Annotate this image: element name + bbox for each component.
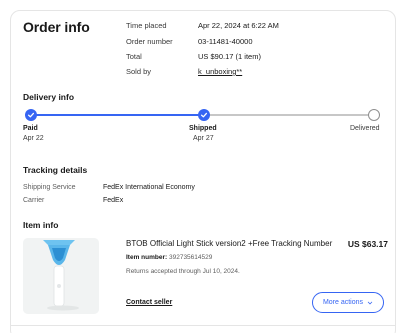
returns-policy: Returns accepted through Jul 10, 2024. [126, 268, 240, 275]
section-divider [10, 325, 396, 326]
progress-remaining [209, 114, 368, 116]
step-delivered-label: Delivered [350, 125, 380, 132]
step-paid-date: Apr 22 [23, 135, 44, 142]
sold-by-label: Sold by [126, 67, 152, 76]
item-title-link[interactable]: BTOB Official Light Stick version2 +Free… [126, 239, 332, 248]
delivery-info-title: Delivery info [23, 92, 75, 102]
order-number-value: 03-11481-40000 [198, 37, 253, 46]
chevron-down-icon [367, 301, 373, 304]
item-thumbnail[interactable] [23, 238, 99, 314]
time-placed-value: Apr 22, 2024 at 6:22 AM [198, 21, 279, 30]
time-placed-label: Time placed [126, 21, 167, 30]
item-number-value: 392735614529 [168, 254, 213, 261]
light-stick-image [23, 238, 99, 314]
shipping-service-value: FedEx International Economy [103, 184, 195, 191]
carrier-label: Carrier [23, 197, 45, 204]
total-label: Total [126, 52, 142, 61]
carrier-value: FedEx [103, 197, 124, 204]
order-info-title: Order info [23, 19, 90, 35]
paid-check-icon [25, 109, 37, 121]
step-shipped-date: Apr 27 [193, 135, 214, 142]
shipped-check-icon [198, 109, 210, 121]
item-info-title: Item info [23, 220, 59, 230]
step-paid-label: Paid [23, 125, 38, 132]
order-number-label: Order number [126, 37, 173, 46]
shipping-service-label: Shipping Service [23, 184, 76, 191]
delivered-pending-icon [368, 109, 380, 121]
seller-link[interactable]: k_unboxing** [198, 67, 242, 76]
item-price: US $63.17 [347, 239, 388, 249]
item-number-label: Item number: [126, 254, 168, 261]
more-actions-label: More actions [322, 299, 364, 306]
item-number: Item number: 392735614529 [126, 254, 212, 261]
more-actions-button[interactable]: More actions [312, 292, 384, 313]
step-shipped-label: Shipped [189, 125, 217, 132]
total-value: US $90.17 (1 item) [198, 52, 261, 61]
tracking-details-title: Tracking details [23, 165, 88, 175]
contact-seller-link[interactable]: Contact seller [126, 299, 172, 306]
